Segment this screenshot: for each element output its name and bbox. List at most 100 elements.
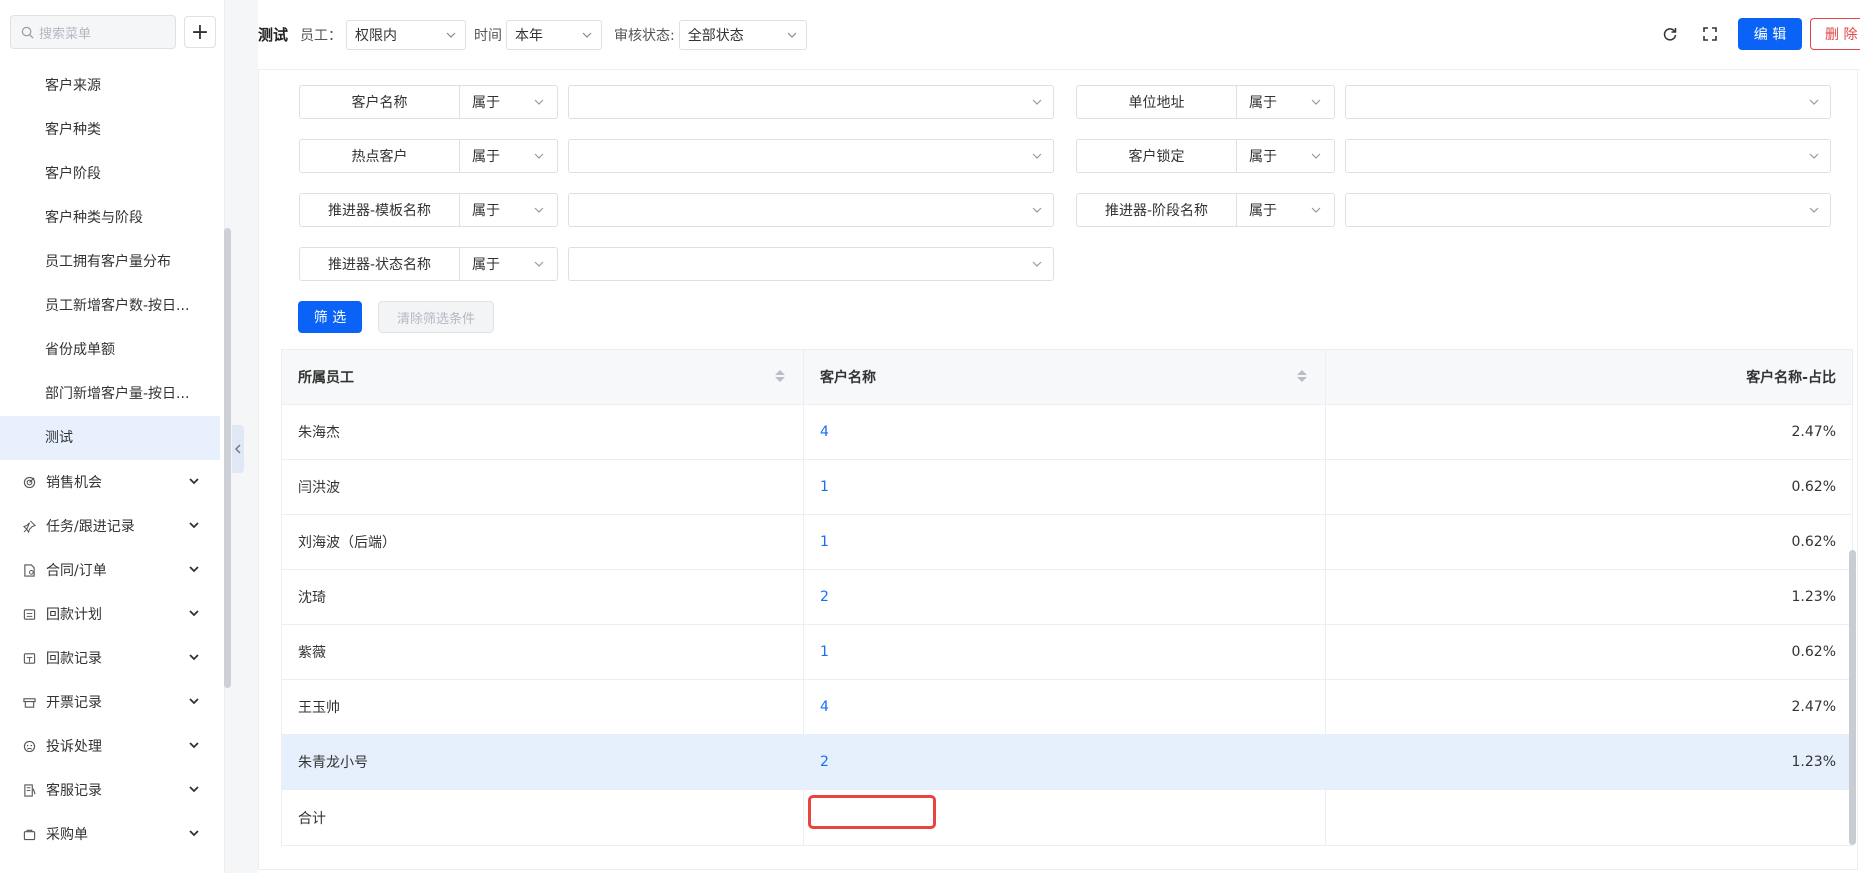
column-header-employee[interactable]: 所属员工: [282, 350, 804, 404]
cell-ratio: 0.62%: [1791, 644, 1836, 660]
delete-button[interactable]: 删 除: [1810, 18, 1860, 50]
chevron-down-icon: [1311, 153, 1321, 159]
chevron-down-icon: [1311, 207, 1321, 213]
menu-tasks[interactable]: 任务/跟进记录: [0, 504, 220, 548]
filter-operator-select[interactable]: 属于: [460, 139, 558, 173]
filter-value-select[interactable]: [1345, 193, 1831, 227]
add-menu-button[interactable]: +: [184, 16, 216, 48]
chevron-down-icon: [582, 32, 592, 38]
sidebar-item-customer-source[interactable]: 客户来源: [0, 64, 220, 108]
table-row: 紫薇 1 0.62%: [282, 625, 1852, 680]
audit-status-label: 审核状态:: [614, 27, 675, 44]
menu-sales-opportunity[interactable]: 销售机会: [0, 460, 220, 504]
clear-filter-button[interactable]: 清除筛选条件: [378, 301, 494, 333]
menu-payment-record[interactable]: 回款记录: [0, 636, 220, 680]
menu-customer-service[interactable]: 客服记录: [0, 768, 220, 812]
cell-employee: 朱海杰: [282, 405, 804, 459]
filter-value-select[interactable]: [568, 247, 1054, 281]
cell-count-link[interactable]: 2: [820, 754, 829, 770]
cell-employee: 紫薇: [282, 625, 804, 679]
filter-operator-select[interactable]: 属于: [1237, 193, 1335, 227]
menu-payment-plan[interactable]: 回款计划: [0, 592, 220, 636]
sidebar-item-customer-type[interactable]: 客户种类: [0, 108, 220, 152]
sort-icon[interactable]: [775, 370, 785, 382]
audit-status-select[interactable]: 全部状态: [678, 19, 807, 50]
filter-field-label: 单位地址: [1076, 85, 1237, 119]
sort-icon[interactable]: [1297, 370, 1307, 382]
sidebar-item-test[interactable]: 测试: [0, 416, 220, 460]
service-icon: [22, 783, 36, 797]
menu-invoice[interactable]: 开票记录: [0, 680, 220, 724]
chevron-down-icon: [1032, 207, 1042, 213]
filter-value-select[interactable]: [1345, 85, 1831, 119]
filter-operator-value: 属于: [1249, 149, 1277, 165]
table-row: 王玉帅 4 2.47%: [282, 680, 1852, 735]
employee-label: 员工：: [300, 27, 343, 44]
search-placeholder: 搜索菜单: [39, 26, 92, 42]
filter-operator-value: 属于: [472, 257, 500, 273]
cell-count-link[interactable]: 2: [820, 589, 829, 605]
filter-value-select[interactable]: [568, 85, 1054, 119]
cell-count-link[interactable]: 4: [820, 699, 829, 715]
cell-total-ratio: [1326, 790, 1852, 845]
filter-value-select[interactable]: [568, 193, 1054, 227]
cell-ratio: 1.23%: [1791, 754, 1836, 770]
payment-record-icon: [22, 651, 36, 665]
filter-operator-value: 属于: [1249, 203, 1277, 219]
cell-ratio: 0.62%: [1791, 479, 1836, 495]
column-header-label: 客户名称-占比: [1746, 370, 1836, 386]
menu-label: 回款计划: [46, 607, 102, 623]
filter-row: 推进器-阶段名称 属于: [1076, 193, 1831, 227]
time-select[interactable]: 本年: [506, 19, 603, 50]
payment-plan-icon: [22, 607, 36, 621]
sidebar-top: 搜索菜单 +: [0, 0, 224, 64]
employee-select[interactable]: 权限内: [346, 19, 467, 50]
menu-purchase[interactable]: 采购单: [0, 812, 220, 856]
menu-search-input[interactable]: 搜索菜单: [10, 15, 176, 49]
cell-count-link[interactable]: 1: [820, 644, 829, 660]
cell-count-link[interactable]: 1: [820, 534, 829, 550]
filter-field-label: 推进器-状态名称: [299, 247, 460, 281]
sidebar-scrollbar[interactable]: [224, 228, 231, 688]
menu-label: 投诉处理: [46, 739, 102, 755]
menu-complaint[interactable]: 投诉处理: [0, 724, 220, 768]
filter-value-select[interactable]: [568, 139, 1054, 173]
purchase-icon: [22, 827, 36, 841]
apply-filter-button[interactable]: 筛 选: [298, 301, 362, 333]
filter-row: 推进器-模板名称 属于: [299, 193, 1054, 227]
refresh-icon[interactable]: [1658, 22, 1682, 46]
fullscreen-icon[interactable]: [1698, 22, 1722, 46]
cell-employee: 朱青龙小号: [282, 735, 804, 789]
filter-operator-select[interactable]: 属于: [460, 85, 558, 119]
chevron-down-icon: [534, 99, 544, 105]
filter-operator-select[interactable]: 属于: [1237, 139, 1335, 173]
invoice-icon: [22, 695, 36, 709]
menu-label: 开票记录: [46, 695, 102, 711]
sidebar-item-type-and-stage[interactable]: 客户种类与阶段: [0, 196, 220, 240]
sidebar-item-employee-distribution[interactable]: 员工拥有客户量分布: [0, 240, 220, 284]
filter-operator-select[interactable]: 属于: [1237, 85, 1335, 119]
sidebar-collapse-button[interactable]: [232, 425, 244, 473]
sidebar-item-dept-new-daily[interactable]: 部门新增客户量-按日...: [0, 372, 220, 416]
sidebar-item-employee-new-daily[interactable]: 员工新增客户数-按日...: [0, 284, 220, 328]
filter-field-label: 推进器-模板名称: [299, 193, 460, 227]
sidebar-item-customer-stage[interactable]: 客户阶段: [0, 152, 220, 196]
chevron-left-icon: [235, 444, 241, 454]
filter-operator-select[interactable]: 属于: [460, 193, 558, 227]
cell-count-link[interactable]: 1: [820, 479, 829, 495]
filter-field-label: 热点客户: [299, 139, 460, 173]
filter-operator-select[interactable]: 属于: [460, 247, 558, 281]
pin-icon: [22, 519, 36, 533]
table-row: 刘海波（后端） 1 0.62%: [282, 515, 1852, 570]
cell-count-link[interactable]: 4: [820, 424, 829, 440]
column-header-customer-name[interactable]: 客户名称: [804, 350, 1326, 404]
filter-field-label: 推进器-阶段名称: [1076, 193, 1237, 227]
filter-value-select[interactable]: [1345, 139, 1831, 173]
menu-contract[interactable]: 合同/订单: [0, 548, 220, 592]
main-scrollbar[interactable]: [1849, 550, 1856, 845]
menu-label: 回款记录: [46, 651, 102, 667]
cell-employee: 沈琦: [282, 570, 804, 624]
sidebar-item-province-deals[interactable]: 省份成单额: [0, 328, 220, 372]
edit-button[interactable]: 编 辑: [1738, 18, 1802, 50]
cell-employee: 王玉帅: [282, 680, 804, 734]
